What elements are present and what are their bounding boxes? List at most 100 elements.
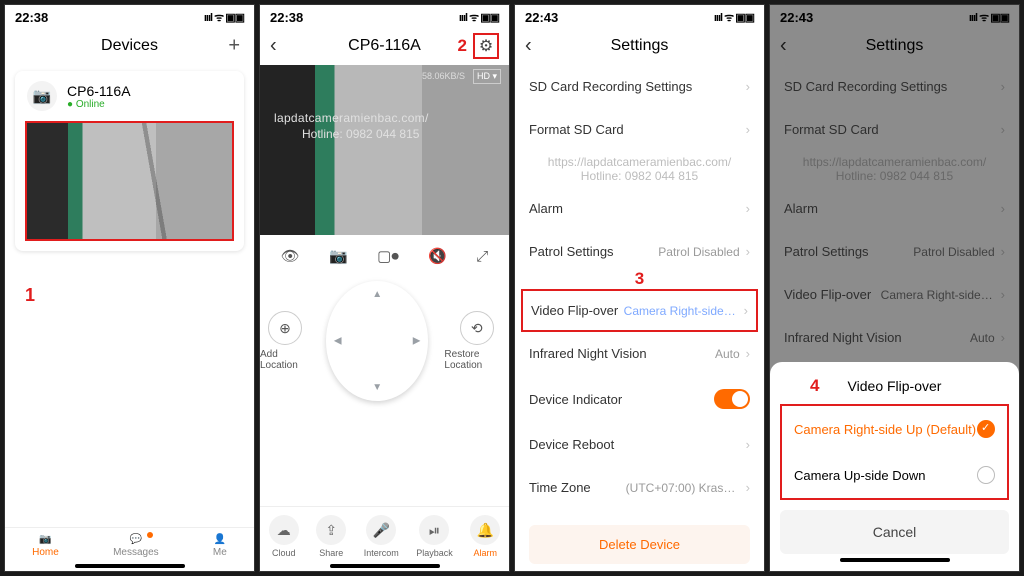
intercom-button[interactable]: 🎤Intercom [364, 515, 399, 558]
row-device-reboot[interactable]: Device Reboot› [515, 423, 764, 466]
header: ‹ Settings [515, 27, 764, 65]
chevron-right-icon: › [746, 79, 750, 94]
step-1-marker: 1 [25, 285, 35, 306]
step-2-marker: 2 [458, 36, 467, 56]
tab-me-label: Me [213, 547, 227, 558]
chevron-right-icon: › [746, 122, 750, 137]
quality-selector[interactable]: HD ▾ [473, 69, 501, 84]
status-bar: 22:38 ıııl ᯤ ▣▣ [260, 5, 509, 27]
status-icons: ıııl ᯤ ▣▣ [714, 10, 754, 25]
sheet-title: Video Flip-over [770, 374, 1019, 404]
indicator-toggle[interactable] [714, 389, 750, 409]
row-device-indicator[interactable]: Device Indicator [515, 375, 764, 423]
bitrate-label: 58.06KB/S [422, 71, 465, 81]
option-right-side-up[interactable]: Camera Right-side Up (Default) [782, 406, 1007, 452]
alarm-button[interactable]: 🔔Alarm [470, 515, 500, 558]
flip-over-sheet: 4 Video Flip-over Camera Right-side Up (… [770, 362, 1019, 571]
mute-icon[interactable]: 🔇 [428, 247, 447, 265]
arrow-down-icon: ▼ [372, 382, 382, 393]
video-controls: 👁 📷 ▢⏺ 🔇 ⤢ [260, 235, 509, 277]
page-title: CP6-116A [348, 37, 421, 55]
add-location-label: Add Location [260, 349, 310, 371]
step-4-marker: 4 [810, 376, 819, 396]
status-icons: ıııl ᯤ ▣▣ [204, 10, 244, 25]
row-alarm[interactable]: Alarm› [515, 187, 764, 230]
row-format-sd[interactable]: Format SD Card› [515, 108, 764, 151]
screen-settings-sheet: 22:43 ıııl ᯤ ▣▣ ‹ Settings SD Card Recor… [769, 4, 1020, 572]
arrow-left-icon: ◀ [334, 336, 342, 347]
row-sd-recording[interactable]: SD Card Recording Settings› [515, 65, 764, 108]
eye-icon[interactable]: 👁 [281, 247, 300, 265]
camera-icon: 📷 [27, 81, 57, 111]
bottom-actions: ☁Cloud ⇪Share 🎤Intercom ⏯Playback 🔔Alarm [260, 506, 509, 560]
home-indicator [840, 558, 950, 562]
target-add-icon: ⊕ [268, 311, 302, 345]
share-button[interactable]: ⇪Share [316, 515, 346, 558]
tab-home-label: Home [32, 547, 59, 558]
arrow-right-icon: ▶ [413, 336, 421, 347]
clock: 22:38 [270, 10, 303, 25]
chevron-right-icon: › [744, 303, 748, 318]
screen-devices: 22:38 ıııl ᯤ ▣▣ Devices + 📷 CP6-116A ● O… [4, 4, 255, 572]
ptz-joystick[interactable]: ▲ ▼ ◀ ▶ [326, 281, 429, 401]
back-icon[interactable]: ‹ [270, 35, 277, 58]
add-location-button[interactable]: ⊕ Add Location [260, 311, 310, 371]
device-name: CP6-116A [67, 83, 131, 99]
add-device-icon[interactable]: + [228, 35, 240, 58]
row-video-flip[interactable]: Video Flip-overCamera Right-side Up (Def… [521, 289, 758, 332]
row-patrol[interactable]: Patrol SettingsPatrol Disabled› [515, 230, 764, 273]
row-time-zone[interactable]: Time Zone(UTC+07:00) Krasnoyarsk› [515, 466, 764, 509]
delete-device-button[interactable]: Delete Device [529, 525, 750, 564]
playback-button[interactable]: ⏯Playback [416, 515, 453, 558]
tab-home[interactable]: 📷 Home [32, 534, 59, 558]
device-card-header: 📷 CP6-116A ● Online [15, 71, 244, 121]
tab-me[interactable]: 👤 Me [213, 534, 227, 558]
chevron-right-icon: › [746, 480, 750, 495]
live-video[interactable]: 58.06KB/S HD ▾ lapdatcameramienbac.com/ … [260, 65, 509, 235]
page-title: Settings [611, 37, 669, 55]
snapshot-icon[interactable]: 📷 [329, 247, 348, 265]
flip-options-group: Camera Right-side Up (Default) Camera Up… [780, 404, 1009, 500]
status-bar: 22:38 ıııl ᯤ ▣▣ [5, 5, 254, 27]
restore-location-button[interactable]: ⟲ Restore Location [444, 311, 509, 371]
cloud-icon: ☁ [269, 515, 299, 545]
watermark-url: https://lapdatcameramienbac.com/ [515, 151, 764, 169]
row-infrared[interactable]: Infrared Night VisionAuto› [515, 332, 764, 375]
watermark-hotline: Hotline: 0982 044 815 [302, 127, 419, 141]
home-indicator [75, 564, 185, 568]
messages-icon: 💬 [130, 534, 142, 545]
screen-settings: 22:43 ıııl ᯤ ▣▣ ‹ Settings SD Card Recor… [514, 4, 765, 572]
arrow-up-icon: ▲ [372, 289, 382, 300]
chevron-right-icon: › [746, 244, 750, 259]
chevron-right-icon: › [746, 346, 750, 361]
fullscreen-icon[interactable]: ⤢ [476, 248, 488, 265]
settings-gear-icon[interactable]: ⚙ [473, 33, 499, 59]
radio-unselected-icon [977, 466, 995, 484]
tab-messages-label: Messages [113, 547, 159, 558]
cancel-button[interactable]: Cancel [780, 510, 1009, 554]
home-icon: 📷 [39, 534, 51, 545]
home-indicator [330, 564, 440, 568]
clock: 22:43 [525, 10, 558, 25]
header: Devices + [5, 27, 254, 65]
watermark-url: lapdatcameramienbac.com/ [274, 111, 429, 125]
radio-selected-icon [977, 420, 995, 438]
profile-icon: 👤 [214, 534, 226, 545]
header: ‹ CP6-116A 2 ⚙ [260, 27, 509, 65]
record-icon[interactable]: ▢⏺ [377, 247, 399, 265]
option-upside-down[interactable]: Camera Up-side Down [782, 452, 1007, 498]
device-thumbnail[interactable] [25, 121, 234, 241]
back-icon[interactable]: ‹ [525, 35, 532, 58]
unread-dot-icon [147, 532, 153, 538]
tab-messages[interactable]: 💬 Messages [113, 534, 159, 558]
cloud-button[interactable]: ☁Cloud [269, 515, 299, 558]
step-3-marker: 3 [515, 269, 764, 289]
screen-live-view: 22:38 ıııl ᯤ ▣▣ ‹ CP6-116A 2 ⚙ 58.06KB/S… [259, 4, 510, 572]
device-status: ● Online [67, 99, 131, 110]
playback-icon: ⏯ [419, 515, 449, 545]
status-icons: ıııl ᯤ ▣▣ [459, 10, 499, 25]
watermark-hotline: Hotline: 0982 044 815 [515, 169, 764, 187]
restore-location-label: Restore Location [444, 349, 509, 371]
chevron-right-icon: › [746, 201, 750, 216]
device-card[interactable]: 📷 CP6-116A ● Online [15, 71, 244, 251]
